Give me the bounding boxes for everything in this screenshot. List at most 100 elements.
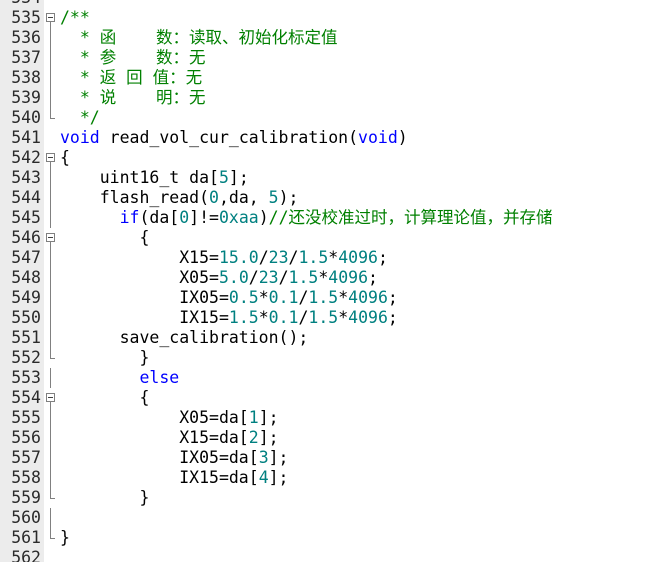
code-line[interactable]: 545 if(da[0]!=0xaa)//还没校准过时，计算理论值，并存储 — [0, 208, 650, 228]
code-line[interactable]: 555 X05=da[1]; — [0, 408, 650, 428]
collapse-icon[interactable] — [46, 393, 55, 402]
code-token-plain: } — [60, 348, 150, 367]
fold-marker — [45, 348, 57, 368]
code-token-plain: IX05=da[ — [60, 448, 259, 467]
code-line[interactable]: 554 { — [0, 388, 650, 408]
code-token-number: 2 — [248, 428, 259, 447]
code-line[interactable]: 539 * 说 明：无 — [0, 88, 650, 108]
code-token-number: 5 — [268, 188, 279, 207]
code-text: { — [60, 388, 149, 408]
code-line[interactable]: 557 IX05=da[3]; — [0, 448, 650, 468]
code-editor[interactable]: 534535/**536 * 函 数：读取、初始化标定值537 * 参 数：无5… — [0, 0, 650, 562]
line-number: 557 — [11, 448, 41, 467]
fold-marker — [45, 68, 57, 88]
line-number: 547 — [11, 248, 41, 267]
code-token-plain: save_calibration(); — [60, 328, 309, 347]
code-line[interactable]: 537 * 参 数：无 — [0, 48, 650, 68]
code-token-plain: ,da, — [218, 188, 269, 207]
fold-marker — [45, 88, 57, 108]
line-number: 541 — [11, 128, 41, 147]
code-token-number: 23 — [268, 248, 289, 267]
collapse-icon[interactable] — [46, 233, 55, 242]
code-token-plain: X05=da[ — [60, 408, 249, 427]
code-token-plain: ]; — [228, 168, 249, 187]
fold-marker — [45, 0, 57, 8]
code-line[interactable]: 538 * 返 回 值：无 — [0, 68, 650, 88]
code-token-number: 0.5 — [228, 288, 259, 307]
code-token-number: 1.5 — [308, 288, 339, 307]
collapse-icon[interactable] — [46, 13, 55, 22]
code-token-plain: * — [338, 308, 349, 327]
line-number: 553 — [11, 368, 41, 387]
code-token-plain: ]; — [258, 428, 279, 447]
code-line[interactable]: 560 — [0, 508, 650, 528]
code-lines: 534535/**536 * 函 数：读取、初始化标定值537 * 参 数：无5… — [0, 0, 650, 562]
code-line[interactable]: 561} — [0, 528, 650, 548]
code-text: uint16_t da[5]; — [60, 168, 249, 188]
code-line[interactable]: 551 save_calibration(); — [0, 328, 650, 348]
code-line[interactable]: 542 { — [0, 148, 650, 168]
code-text: void read_vol_cur_calibration(void) — [60, 128, 408, 148]
line-number: 543 — [11, 168, 41, 187]
code-line[interactable]: 550 IX15=1.5*0.1/1.5*4096; — [0, 308, 650, 328]
code-token-plain: uint16_t da[ — [60, 168, 219, 187]
code-token-plain: ); — [278, 188, 299, 207]
code-line[interactable]: 543 uint16_t da[5]; — [0, 168, 650, 188]
code-line[interactable]: 558 IX15=da[4]; — [0, 468, 650, 488]
line-number: 545 — [11, 208, 41, 227]
code-token-number: 1.5 — [298, 248, 329, 267]
line-number: 550 — [11, 308, 41, 327]
code-line[interactable]: 541 void read_vol_cur_calibration(void) — [0, 128, 650, 148]
code-line[interactable]: 553 else — [0, 368, 650, 388]
code-text: if(da[0]!=0xaa)//还没校准过时，计算理论值，并存储 — [60, 208, 553, 228]
line-number: 559 — [11, 488, 41, 507]
code-token-number: 1.5 — [308, 308, 339, 327]
code-line[interactable]: 536 * 函 数：读取、初始化标定值 — [0, 28, 650, 48]
code-line[interactable]: 549 IX05=0.5*0.1/1.5*4096; — [0, 288, 650, 308]
code-line[interactable]: 546 { — [0, 228, 650, 248]
line-number: 540 — [11, 108, 41, 127]
code-text: else — [60, 368, 179, 388]
code-token-number: 4 — [258, 468, 269, 487]
code-line[interactable]: 534 — [0, 0, 650, 8]
fold-marker — [45, 548, 57, 562]
fold-marker — [45, 208, 57, 228]
code-text: IX05=0.5*0.1/1.5*4096; — [60, 288, 398, 308]
code-line[interactable]: 535 /** — [0, 8, 650, 28]
fold-marker — [45, 248, 57, 268]
line-number: 542 — [11, 148, 41, 167]
code-token-number: 1 — [248, 408, 259, 427]
code-line[interactable]: 540 */ — [0, 108, 650, 128]
code-token-plain: IX15=da[ — [60, 468, 259, 487]
code-text: { — [60, 148, 70, 168]
code-line[interactable]: 547 X15=15.0/23/1.5*4096; — [0, 248, 650, 268]
fold-marker[interactable] — [45, 8, 57, 28]
fold-marker[interactable] — [45, 388, 57, 408]
fold-marker[interactable] — [45, 148, 57, 168]
fold-marker — [45, 48, 57, 68]
code-token-plain: { — [60, 388, 150, 407]
code-token-number: 1.5 — [288, 268, 319, 287]
code-line[interactable]: 544 flash_read(0,da, 5); — [0, 188, 650, 208]
fold-marker — [45, 288, 57, 308]
code-line[interactable]: 556 X15=da[2]; — [0, 428, 650, 448]
fold-marker — [45, 488, 57, 508]
code-line[interactable]: 548 X05=5.0/23/1.5*4096; — [0, 268, 650, 288]
code-line[interactable]: 552 } — [0, 348, 650, 368]
code-token-plain: * — [328, 248, 339, 267]
code-token-number: 4096 — [328, 268, 369, 287]
code-token-plain: { — [60, 148, 70, 167]
line-number: 537 — [11, 48, 41, 67]
code-line[interactable]: 559 } — [0, 488, 650, 508]
code-text: flash_read(0,da, 5); — [60, 188, 299, 208]
code-token-plain: / — [298, 288, 309, 307]
line-number: 539 — [11, 88, 41, 107]
fold-marker[interactable] — [45, 228, 57, 248]
code-line[interactable]: 562 — [0, 548, 650, 562]
code-text: IX15=da[4]; — [60, 468, 288, 488]
line-number: 549 — [11, 288, 41, 307]
code-text: X15=da[2]; — [60, 428, 279, 448]
code-token-number: 4096 — [338, 248, 378, 267]
code-token-number: 15.0 — [218, 248, 259, 267]
collapse-icon[interactable] — [46, 153, 55, 162]
